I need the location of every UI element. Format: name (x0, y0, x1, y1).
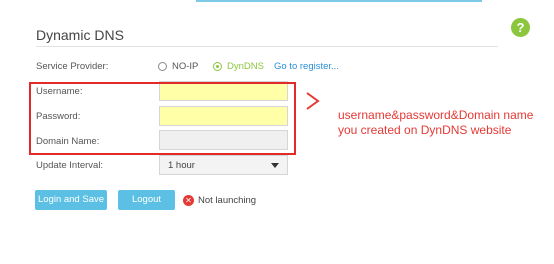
annotation-highlight-box (29, 82, 296, 155)
annotation-arrow-icon (306, 92, 320, 110)
login-and-save-button[interactable]: Login and Save (35, 190, 107, 210)
help-icon[interactable]: ? (511, 18, 530, 37)
update-interval-label: Update Interval: (36, 160, 104, 171)
chevron-down-icon (271, 163, 279, 168)
radio-noip[interactable] (158, 62, 167, 71)
radio-dyndns[interactable] (213, 62, 222, 71)
service-provider-label: Service Provider: (36, 61, 109, 72)
error-icon: ✕ (183, 195, 194, 206)
update-interval-value: 1 hour (168, 160, 195, 171)
title-divider (36, 46, 498, 47)
radio-dyndns-label[interactable]: DynDNS (227, 61, 264, 72)
radio-noip-label[interactable]: NO-IP (172, 61, 198, 72)
logout-button[interactable]: Logout (118, 190, 175, 210)
annotation-text: username&password&Domain name you create… (338, 108, 534, 137)
top-accent-bar (196, 0, 482, 2)
page-title: Dynamic DNS (36, 27, 124, 43)
register-link[interactable]: Go to register... (274, 61, 339, 72)
status-text: Not launching (198, 195, 257, 206)
update-interval-select[interactable]: 1 hour (159, 155, 288, 175)
